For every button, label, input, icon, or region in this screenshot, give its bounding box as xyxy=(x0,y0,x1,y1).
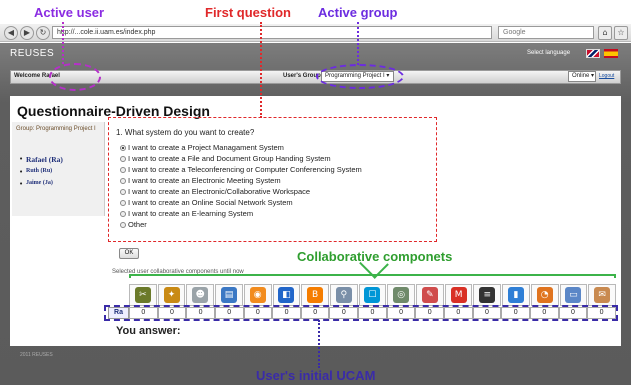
radio-icon[interactable] xyxy=(120,189,126,196)
callout-initial-ucam: User's initial UCAM xyxy=(256,368,376,383)
option-label: I want to create an Electronic Meeting S… xyxy=(128,176,281,185)
footer-text: 2011 REUSES xyxy=(20,352,53,358)
answer-option[interactable]: I want to create a File and Document Gro… xyxy=(120,154,331,163)
answer-option[interactable]: Other xyxy=(120,220,147,229)
radio-icon[interactable] xyxy=(120,178,126,185)
select-language-label: Select language xyxy=(527,50,571,56)
component-cell[interactable]: ◔ xyxy=(530,284,559,306)
active-user-ellipse xyxy=(49,63,101,91)
home-icon[interactable]: ⌂ xyxy=(598,26,612,40)
radio-icon[interactable] xyxy=(120,156,126,163)
option-label: I want to create an Electronic/Collabora… xyxy=(128,187,311,196)
answer-label: You answer: xyxy=(116,325,181,337)
ok-button[interactable]: OK xyxy=(119,248,139,259)
search-icon: ⚲ xyxy=(335,287,352,303)
ucam-line xyxy=(318,320,320,368)
option-label: I want to create an E-learning System xyxy=(128,209,254,218)
callout-first-question: First question xyxy=(205,5,291,20)
english-flag-icon[interactable] xyxy=(586,49,600,58)
chart-icon: ◔ xyxy=(536,287,553,303)
back-icon[interactable]: ◀ xyxy=(4,26,18,40)
component-cell[interactable]: ▭ xyxy=(559,284,588,306)
component-cell[interactable]: ◎ xyxy=(387,284,416,306)
forum-icon: ▤ xyxy=(220,287,237,303)
option-label: Other xyxy=(128,220,147,229)
component-cell[interactable]: ✦ xyxy=(157,284,186,306)
calendar-icon: ☐ xyxy=(364,287,381,303)
forward-icon[interactable]: ▶ xyxy=(20,26,34,40)
puzzle-icon: ✦ xyxy=(163,287,180,303)
component-cell[interactable]: M xyxy=(444,284,473,306)
component-cell[interactable]: B xyxy=(301,284,329,306)
answer-option[interactable]: I want to create an Electronic Meeting S… xyxy=(120,176,281,185)
active-user-line xyxy=(62,22,64,64)
document-icon: ▮ xyxy=(507,287,524,303)
callout-active-group: Active group xyxy=(318,5,398,20)
radio-icon[interactable] xyxy=(120,222,126,229)
active-group-line xyxy=(357,22,359,65)
answer-option[interactable]: I want to create a Project Managament Sy… xyxy=(120,143,284,152)
component-cell[interactable]: ◧ xyxy=(272,284,301,306)
radio-icon[interactable] xyxy=(120,200,126,207)
address-bar[interactable]: http://...cole.ii.uam.es/index.php xyxy=(52,26,492,39)
radio-icon[interactable] xyxy=(120,211,126,218)
option-label: I want to create a Teleconferencing or C… xyxy=(128,165,362,174)
status-select-value: Online xyxy=(572,73,590,79)
components-icon-row: ✂ ✦ ☻ ▤ ◉ ◧ B ⚲ ☐ ◎ ✎ M ≡ ▮ ◔ ▭ ✉ xyxy=(129,284,616,306)
ucam-highlight xyxy=(104,305,618,321)
notes-icon: ✎ xyxy=(421,287,438,303)
radio-icon[interactable] xyxy=(120,167,126,174)
component-cell[interactable]: ✉ xyxy=(588,284,616,306)
answer-option[interactable]: I want to create an Online Social Networ… xyxy=(120,198,293,207)
sidebar-member-rafael[interactable]: Rafael (Ra) xyxy=(26,155,63,164)
list-icon: ≡ xyxy=(479,287,496,303)
reload-icon[interactable]: ↻ xyxy=(36,26,50,40)
radio-icon[interactable] xyxy=(120,145,126,152)
rss-icon: ◉ xyxy=(249,287,266,303)
status-select[interactable]: Online ▾ xyxy=(568,71,596,82)
component-cell[interactable]: ≡ xyxy=(473,284,502,306)
component-cell[interactable]: ✎ xyxy=(416,284,444,306)
option-label: I want to create a File and Document Gro… xyxy=(128,154,331,163)
magnifier-icon: ◎ xyxy=(393,287,410,303)
chat-icon: ☻ xyxy=(192,287,209,303)
component-cell[interactable]: ◉ xyxy=(243,284,272,306)
component-cell[interactable]: ▮ xyxy=(502,284,530,306)
bullet-icon: • xyxy=(19,168,24,176)
window-icon: ▭ xyxy=(565,287,582,303)
answer-option[interactable]: I want to create an Electronic/Collabora… xyxy=(120,187,310,196)
tools-icon: ✂ xyxy=(134,287,151,303)
component-cell[interactable]: ✂ xyxy=(129,284,157,306)
question-text: 1. What system do you want to create? xyxy=(116,128,255,137)
component-cell[interactable]: ☐ xyxy=(358,284,387,306)
spanish-flag-icon[interactable] xyxy=(604,49,618,58)
answer-option[interactable]: I want to create an E-learning System xyxy=(120,209,253,218)
component-cell[interactable]: ☻ xyxy=(186,284,215,306)
option-label: I want to create a Project Managament Sy… xyxy=(128,143,284,152)
bullet-icon: • xyxy=(19,155,24,163)
app-title: REUSES xyxy=(10,48,55,59)
callout-active-user: Active user xyxy=(34,5,105,20)
search-box[interactable]: Google xyxy=(498,26,594,39)
active-group-ellipse xyxy=(316,64,404,89)
component-cell[interactable]: ▤ xyxy=(215,284,243,306)
option-label: I want to create an Online Social Networ… xyxy=(128,198,293,207)
component-cell[interactable]: ⚲ xyxy=(329,284,358,306)
bookmark-icon[interactable]: ☆ xyxy=(614,26,628,40)
bullet-icon: • xyxy=(19,180,24,188)
group-name: Group: Programming Project I xyxy=(16,126,96,132)
answer-option[interactable]: I want to create a Teleconferencing or C… xyxy=(120,165,362,174)
first-question-line xyxy=(260,22,262,118)
shared-docs-icon: ◧ xyxy=(278,287,295,303)
sidebar-member-ruth[interactable]: Ruth (Ru) xyxy=(26,168,52,174)
logout-link[interactable]: Logout xyxy=(599,73,614,79)
wiki-icon: ✉ xyxy=(594,287,611,303)
sidebar-member-jaime[interactable]: Jaime (Ja) xyxy=(26,180,53,186)
gmail-icon: M xyxy=(450,287,467,303)
blogger-icon: B xyxy=(307,287,324,303)
